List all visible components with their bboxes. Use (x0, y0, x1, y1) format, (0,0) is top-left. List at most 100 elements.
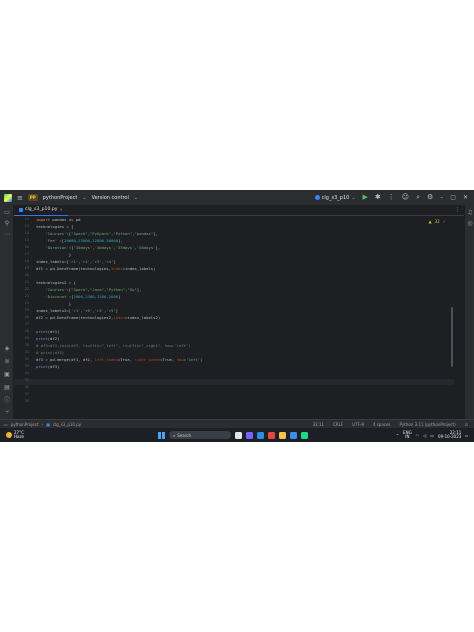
maximize-icon[interactable]: ▢ (450, 194, 456, 201)
edge-browser-icon[interactable] (257, 431, 264, 439)
project-badge: PP (27, 194, 38, 201)
line-number-gutter: 12 13 14 15 16 17 18 19 20 21 22 23 24 25 26 27 28 29 30 31… (14, 217, 32, 419)
battery-icon[interactable]: ▭ (430, 433, 434, 438)
search-label: Search (177, 432, 191, 438)
teams-app-icon[interactable] (246, 431, 253, 439)
tab-clg-s3-p10[interactable]: clg_s3_p10.py ✕ (14, 205, 68, 216)
minimize-icon[interactable]: – (440, 194, 443, 201)
code-line: import pandas as pd (36, 217, 81, 222)
structure-icon[interactable]: ⚲ (3, 220, 11, 228)
line-number: 12 (24, 217, 29, 221)
more-tabs-icon[interactable]: ⋮ (455, 207, 464, 213)
search-icon[interactable]: ⌕ (416, 194, 420, 201)
clock[interactable]: 22:11 09-10-2023 (438, 430, 461, 440)
project-name-dropdown[interactable]: pythonProject (43, 195, 78, 201)
main-menu-icon[interactable]: ≡ (17, 194, 23, 202)
weather-condition: Haze (14, 434, 25, 439)
status-bar: ▭ pythonProject › ■ clg_s3_p10.py 32:11 … (0, 419, 474, 428)
line-number: 15 (24, 238, 29, 242)
code-line: 'Courses':["Spark","PySpark","Python","p… (45, 231, 158, 236)
chevron-down-icon: ⌄ (82, 194, 87, 201)
editor-scrollbar[interactable] (451, 307, 453, 367)
file-encoding[interactable]: UTF-8 (352, 422, 364, 427)
line-number: 37 (24, 392, 29, 396)
account-icon[interactable]: ☺ (402, 194, 409, 201)
tray-overflow-icon[interactable]: ⌃ (396, 433, 399, 438)
code-content[interactable]: import pandas as pd technologies = { 'Co… (36, 217, 446, 419)
notifications-bell-icon[interactable]: ♫ (466, 209, 474, 217)
settings-gear-icon[interactable]: ⚙ (427, 194, 433, 201)
code-line: # df3=df1.join(df2, lsuffix="_left", rsu… (36, 343, 191, 348)
notification-icon[interactable]: ▫ (465, 433, 468, 438)
task-view-icon[interactable] (235, 431, 242, 439)
indent-setting[interactable]: 4 spaces (373, 422, 391, 427)
database-icon[interactable]: ◎ (466, 220, 474, 228)
code-line: 'Fee' :[20000,25000,22000,30000], (45, 238, 123, 243)
wifi-icon[interactable]: ◠ (416, 433, 420, 438)
project-folder-icon[interactable]: ▭ (3, 209, 11, 217)
breadcrumb-file[interactable]: clg_s3_p10.py (53, 422, 81, 427)
more-actions-icon[interactable]: ⋮ (388, 194, 395, 201)
python-interpreter[interactable]: Python 3.11 (pythonProject) (400, 422, 456, 427)
close-tab-icon[interactable]: ✕ (59, 207, 62, 212)
version-control-dropdown[interactable]: Version control (92, 195, 129, 201)
volume-icon[interactable]: ◁ (423, 433, 426, 438)
more-tools-icon[interactable]: ⋯ (3, 231, 11, 239)
code-line: df1 = pd.DataFrame(technologies,index=in… (36, 266, 156, 271)
file-explorer-icon[interactable] (279, 431, 286, 439)
problems-icon[interactable]: ⓘ (3, 397, 11, 405)
language-indicator[interactable]: ENG IN (403, 430, 412, 440)
right-tool-window-bar: ♫ ◎ (464, 205, 474, 419)
tab-label: clg_s3_p10.py (25, 207, 58, 212)
pycharm-app-icon[interactable] (301, 431, 308, 439)
project-folder-icon: ▭ (4, 421, 8, 427)
store-app-icon[interactable] (290, 431, 297, 439)
line-number: 30 (24, 343, 29, 347)
caret-position[interactable]: 32:11 (313, 422, 325, 427)
run-configuration-dropdown[interactable]: clg_s3_p10 ⌄ (314, 195, 356, 201)
sun-icon (6, 432, 12, 438)
python-console-icon[interactable]: ▣ (3, 371, 11, 379)
debug-icon[interactable]: ✱ (375, 194, 381, 201)
line-number: 35 (24, 378, 29, 382)
left-tool-window-bar: ▭ ⚲ ⋯ ◈ ≋ ▣ ▤ ⓘ ⑂ (0, 205, 14, 419)
line-number: 29 (24, 336, 29, 340)
lock-icon[interactable]: ⊡ (465, 422, 468, 427)
line-number: 31 (24, 350, 29, 354)
breadcrumb-separator-icon: › (41, 421, 44, 427)
code-line: # print(df3) (36, 350, 65, 355)
code-line: } (36, 252, 72, 257)
code-editor[interactable]: 12 13 14 15 16 17 18 19 20 21 22 23 24 25 26 27 28 29 30 31… (14, 217, 454, 419)
line-separator[interactable]: CRLF (333, 422, 343, 427)
line-number: 27 (24, 322, 29, 326)
weather-widget[interactable]: 27°C Haze (0, 430, 25, 440)
line-number: 16 (24, 245, 29, 249)
version-control-icon[interactable]: ⑂ (3, 409, 11, 417)
line-number: 38 (24, 399, 29, 403)
system-tray: ⌃ ENG IN ◠ ◁ ▭ 22:11 09-10-2023 ▫ (396, 430, 474, 440)
layers-icon[interactable]: ≋ (3, 358, 11, 366)
ide-screen: ≡ PP pythonProject ⌄ Version control ⌄ c… (0, 190, 474, 442)
terminal-icon[interactable]: ▤ (3, 384, 11, 392)
chevron-down-icon: ⌄ (133, 194, 139, 201)
breadcrumb-project[interactable]: pythonProject (11, 422, 39, 427)
python-file-icon (314, 195, 320, 200)
code-line: df2 = pd.DataFrame(technologies2,index=i… (36, 315, 161, 320)
taskbar-search[interactable]: ⌕ Search (169, 431, 231, 439)
code-line: 'Courses':["Spark","Java","Python","Go"]… (45, 287, 142, 292)
windows-start-icon[interactable] (158, 431, 165, 439)
code-line: 'Discount':[2000,2300,1200,2000] (45, 294, 121, 299)
title-bar: ≡ PP pythonProject ⌄ Version control ⌄ c… (0, 190, 474, 205)
line-number: 20 (24, 273, 29, 277)
search-icon: ⌕ (173, 432, 176, 438)
code-line: print(df2) (36, 336, 60, 341)
code-line: print(df1) (36, 329, 60, 334)
line-number: 22 (24, 287, 29, 291)
line-number: 36 (24, 385, 29, 389)
line-number: 14 (24, 231, 29, 235)
close-icon[interactable]: ✕ (463, 194, 468, 201)
run-icon[interactable]: ▶ (363, 194, 368, 201)
chrome-browser-icon[interactable] (268, 431, 275, 439)
code-line: } (36, 301, 72, 306)
python-packages-icon[interactable]: ◈ (3, 345, 11, 353)
